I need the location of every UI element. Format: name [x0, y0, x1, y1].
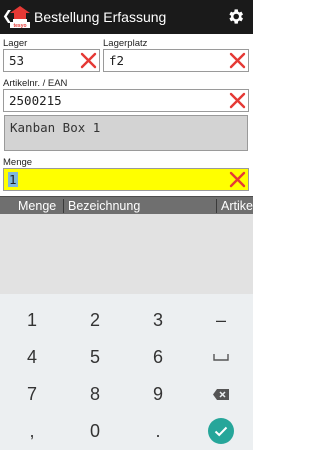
- key-0[interactable]: 0: [65, 413, 125, 449]
- key-period[interactable]: .: [128, 413, 188, 449]
- lagerplatz-value: f2: [109, 53, 125, 68]
- key-2[interactable]: 2: [65, 302, 125, 338]
- bezeichnung-value: Kanban Box 1: [10, 120, 101, 135]
- key-7[interactable]: 7: [2, 376, 62, 412]
- key-6[interactable]: 6: [128, 339, 188, 375]
- clear-x-icon[interactable]: [229, 52, 246, 69]
- svg-text:tesyo: tesyo: [13, 23, 26, 29]
- clear-x-icon[interactable]: [229, 171, 246, 188]
- lagerplatz-field[interactable]: f2: [103, 49, 249, 72]
- artikel-value: 2500215: [9, 93, 62, 108]
- lager-value: 53: [9, 53, 25, 68]
- app-logo-icon[interactable]: tesyo: [9, 5, 31, 29]
- clear-x-icon[interactable]: [229, 92, 246, 109]
- column-artikel[interactable]: Artike: [216, 199, 253, 213]
- key-5[interactable]: 5: [65, 339, 125, 375]
- key-comma[interactable]: ,: [2, 413, 62, 449]
- key-1[interactable]: 1: [2, 302, 62, 338]
- menge-value: 1: [8, 172, 18, 187]
- gear-icon[interactable]: [226, 7, 245, 26]
- key-3[interactable]: 3: [128, 302, 188, 338]
- space-icon: [213, 354, 229, 361]
- enter-button[interactable]: [208, 418, 234, 444]
- column-menge[interactable]: Menge: [18, 199, 56, 213]
- key-8[interactable]: 8: [65, 376, 125, 412]
- key-backspace[interactable]: [191, 376, 251, 412]
- app-bar: ❮ tesyo Bestellung Erfassung: [0, 0, 253, 34]
- artikel-field[interactable]: 2500215: [3, 89, 249, 112]
- key-space[interactable]: [191, 339, 251, 375]
- backspace-icon: [213, 388, 229, 400]
- bezeichnung-display: Kanban Box 1: [4, 115, 248, 151]
- menge-label: Menge: [3, 157, 33, 168]
- page-title: Bestellung Erfassung: [34, 9, 167, 25]
- artikel-label: Artikelnr. / EAN: [3, 78, 68, 89]
- lagerplatz-label: Lagerplatz: [103, 38, 148, 49]
- checkmark-icon: [214, 426, 228, 436]
- lager-label: Lager: [3, 38, 28, 49]
- table-header: Menge Bezeichnung Artike: [0, 196, 253, 214]
- menge-field[interactable]: 1: [3, 168, 249, 191]
- menge-value-wrap: 1: [8, 172, 18, 188]
- lager-field[interactable]: 53: [3, 49, 100, 72]
- order-list[interactable]: [0, 214, 253, 294]
- key-9[interactable]: 9: [128, 376, 188, 412]
- clear-x-icon[interactable]: [80, 52, 97, 69]
- column-bezeichnung[interactable]: Bezeichnung: [63, 199, 140, 213]
- numeric-keyboard: 1 2 3 – 4 5 6 7 8 9 , 0 .: [0, 294, 253, 450]
- key-4[interactable]: 4: [2, 339, 62, 375]
- key-enter[interactable]: [191, 413, 251, 449]
- key-minus[interactable]: –: [191, 302, 251, 338]
